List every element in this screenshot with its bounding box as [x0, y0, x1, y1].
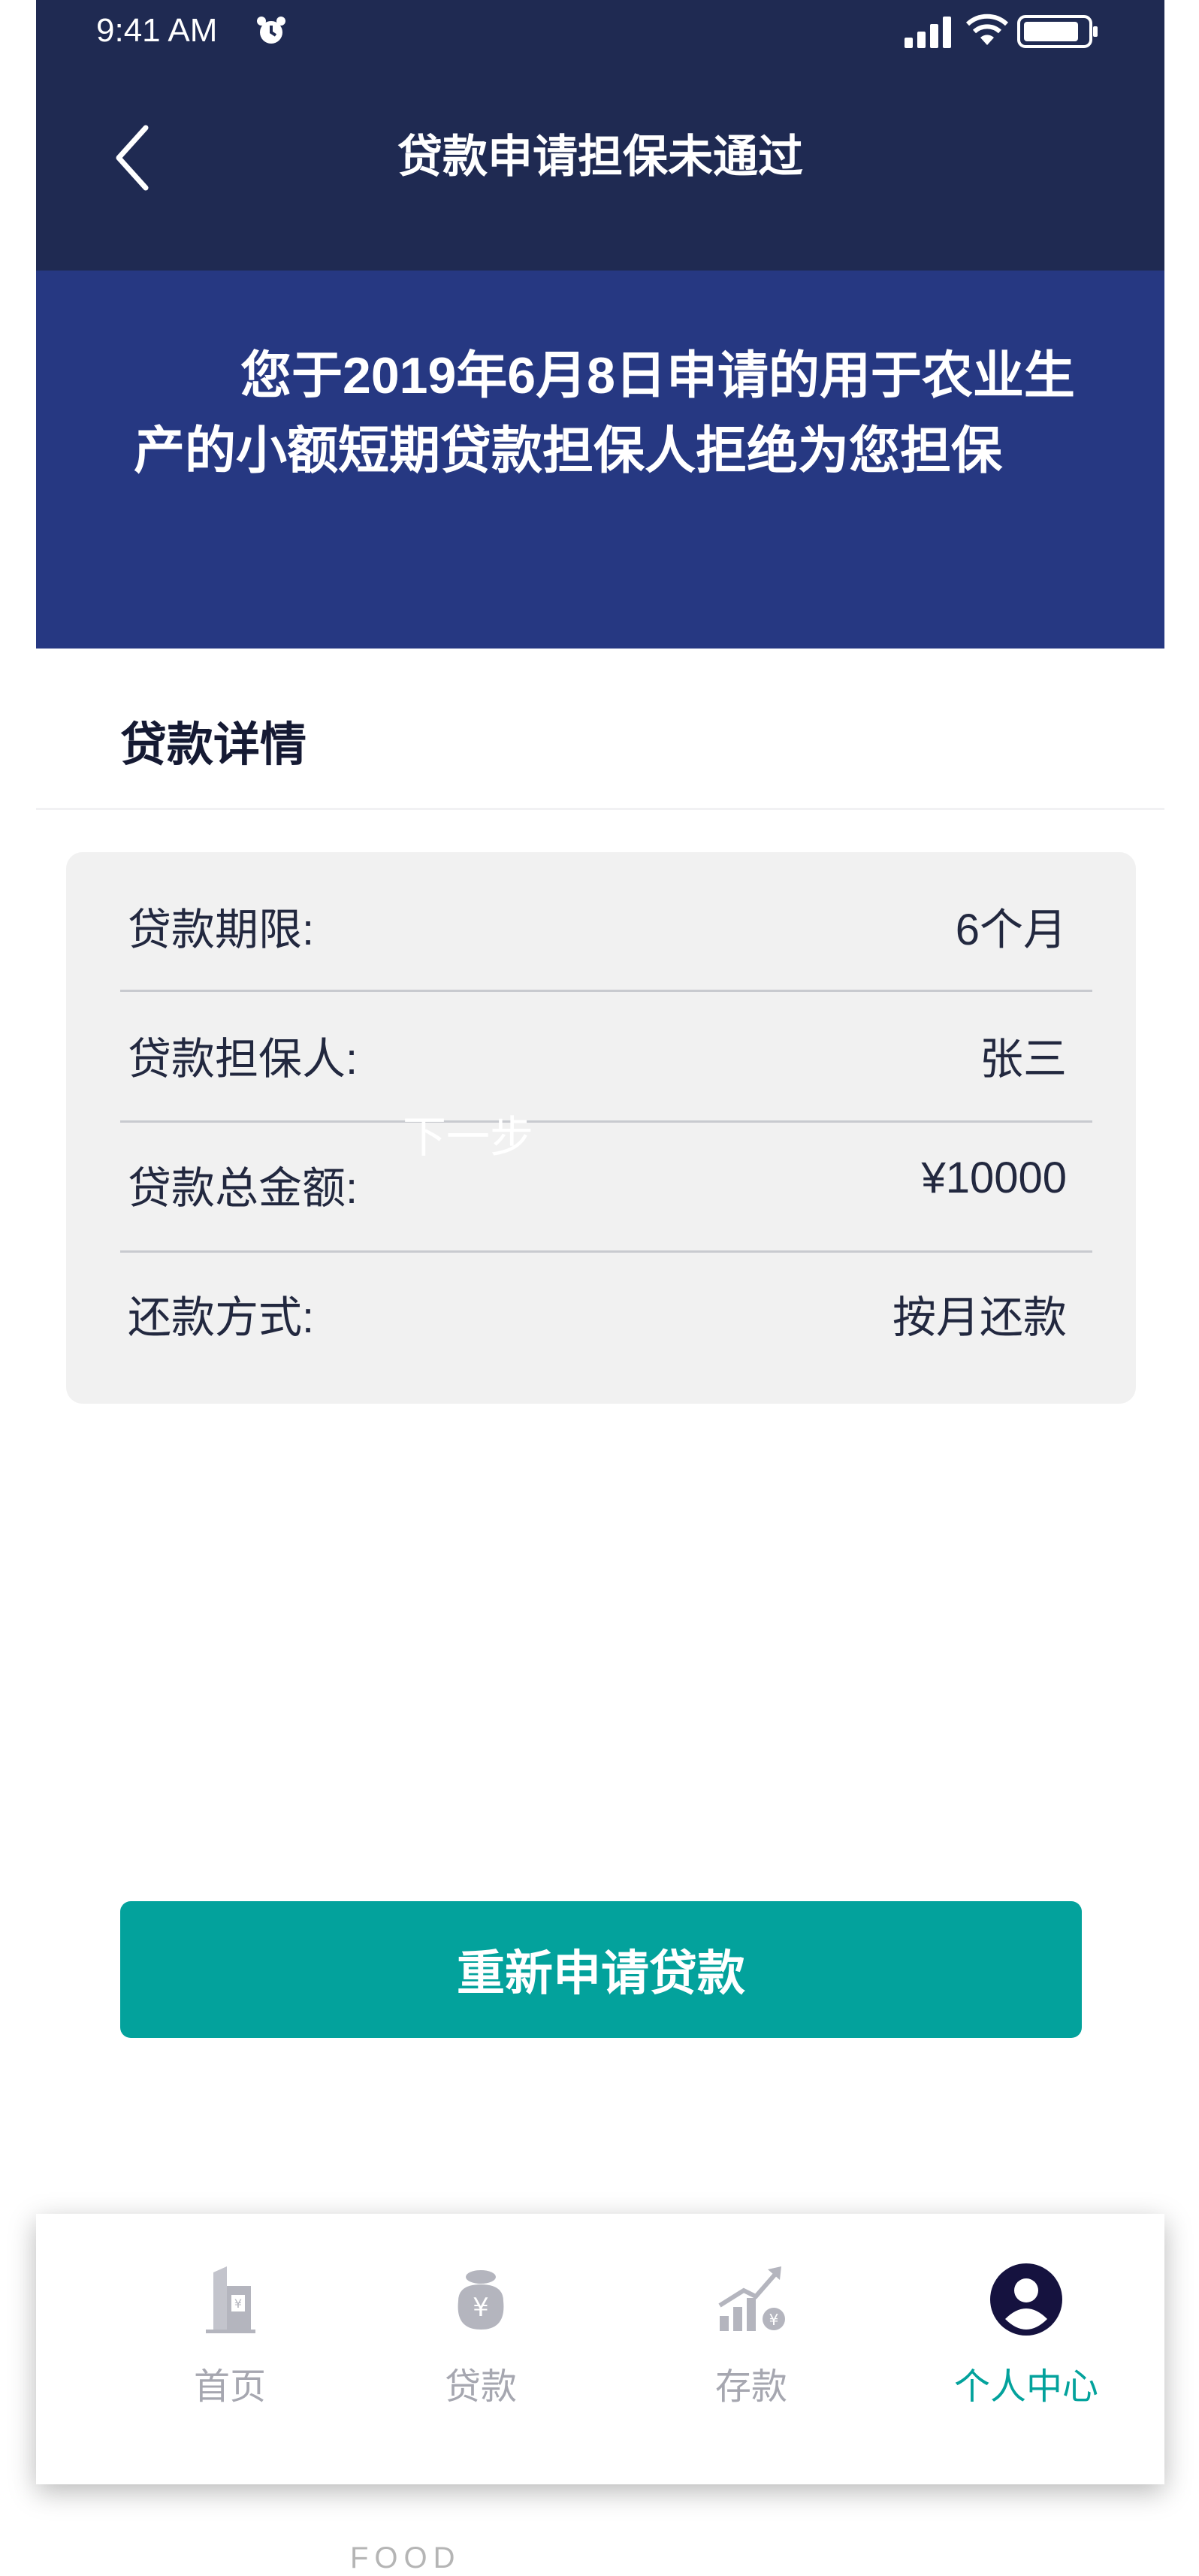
bottom-tab-bar: ¥ 首页 ¥ 贷款 ¥ 存款 个人中心 [36, 2214, 1164, 2484]
next-step-overlay-text: 下一步 [403, 1113, 534, 1162]
alarm-clock-icon [257, 17, 285, 44]
footer-text: FOOD [350, 2541, 461, 2574]
rejection-message: 您于2019年6月8日申请的用于农业生产的小额短期贷款担保人拒绝为您担保 [134, 347, 1075, 479]
tab-home[interactable]: ¥ 首页 [95, 2214, 365, 2484]
rejection-notice-banner: 您于2019年6月8日申请的用于农业生产的小额短期贷款担保人拒绝为您担保 [36, 271, 1164, 649]
section-title: 贷款详情 [120, 719, 307, 771]
growth-chart-icon: ¥ [718, 2266, 785, 2331]
loan-details-card: 贷款期限: 6个月 贷款担保人: 张三 贷款总金额: ¥10000 还款方式: … [66, 852, 1136, 1404]
detail-row-repayment: 还款方式: 按月还款 [120, 1240, 1092, 1369]
tab-profile[interactable]: 个人中心 [891, 2214, 1161, 2484]
wifi-icon [966, 14, 1008, 45]
money-bag-icon: ¥ [458, 2270, 504, 2330]
detail-value: 按月还款 [892, 1293, 1067, 1342]
detail-row-amount: 贷款总金额: ¥10000 [120, 1111, 1092, 1240]
building-icon: ¥ [206, 2266, 255, 2333]
svg-text:¥: ¥ [234, 2296, 242, 2311]
section-divider [36, 808, 1164, 810]
reapply-loan-button[interactable]: 重新申请贷款 [120, 1901, 1082, 2038]
tab-label: 贷款 [444, 2367, 517, 2407]
svg-text:¥: ¥ [769, 2311, 779, 2329]
detail-label: 还款方式: [128, 1293, 315, 1342]
tab-label: 首页 [193, 2367, 266, 2407]
cellular-signal-icon [905, 17, 951, 48]
page-title: 贷款申请担保未通过 [397, 132, 803, 182]
tab-deposit[interactable]: ¥ 存款 [616, 2214, 886, 2484]
user-profile-icon [990, 2263, 1062, 2336]
detail-label: 贷款期限: [128, 906, 315, 954]
battery-icon [1017, 15, 1098, 48]
status-time: 9:41 AM [96, 12, 218, 49]
detail-value: 张三 [979, 1035, 1067, 1084]
detail-row-term: 贷款期限: 6个月 [120, 852, 1092, 981]
header-bar: 9:41 AM 贷款申请担保未通过 [36, 0, 1164, 271]
svg-text:¥: ¥ [473, 2293, 489, 2323]
detail-value: 6个月 [955, 906, 1067, 954]
detail-value: ¥10000 [921, 1153, 1067, 1202]
tab-label: 存款 [714, 2367, 787, 2407]
detail-label: 贷款担保人: [128, 1035, 358, 1084]
detail-row-guarantor: 贷款担保人: 张三 [120, 981, 1092, 1111]
tab-loan[interactable]: ¥ 贷款 [346, 2214, 616, 2484]
tab-label: 个人中心 [953, 2367, 1098, 2407]
phone-screen: 9:41 AM 贷款申请担保未通过 您于2019年6月8日申请的用于农业生产的小… [36, 0, 1164, 2576]
detail-label: 贷款总金额: [128, 1164, 358, 1213]
